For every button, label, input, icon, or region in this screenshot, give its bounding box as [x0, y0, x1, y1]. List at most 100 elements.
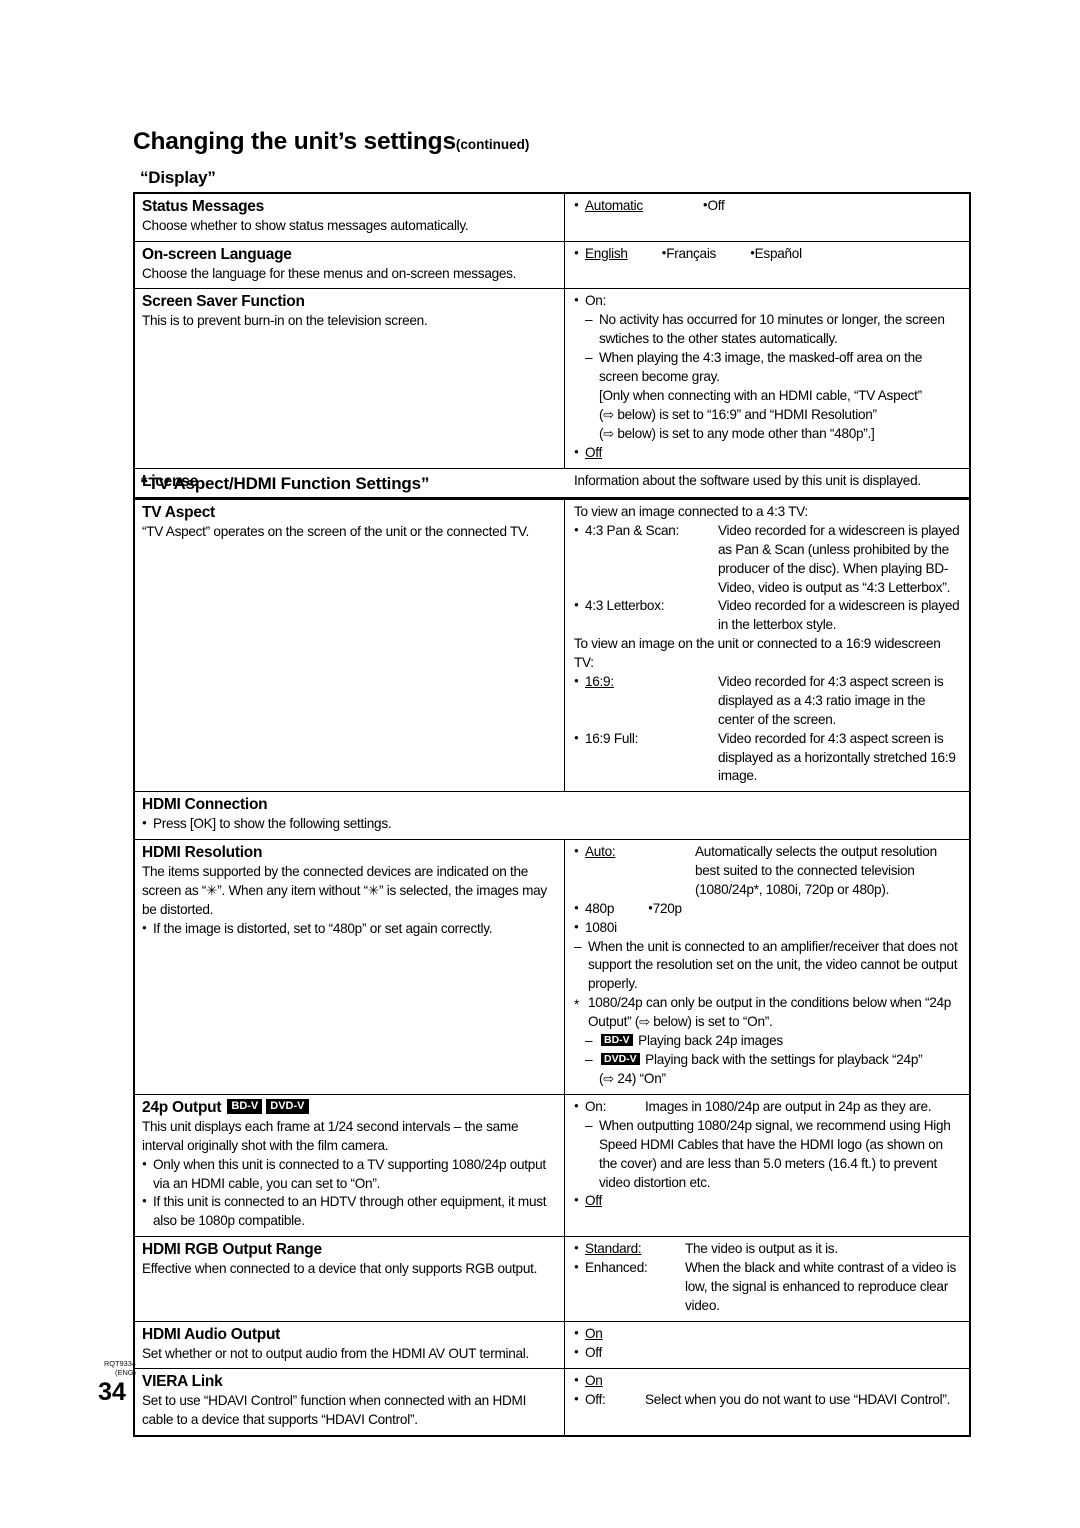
- document-code: RQT9334 (ENG): [88, 1359, 136, 1377]
- option-label[interactable]: 4:3 Pan & Scan:: [585, 522, 718, 598]
- table-row-24p-output: 24p Output BD-V DVD-V This unit displays …: [135, 1095, 969, 1238]
- setting-name: HDMI Audio Output: [142, 1325, 281, 1343]
- option-description: The video is output as it is.: [685, 1241, 838, 1257]
- note-dvdv: DVD-V Playing back with the settings for…: [585, 1051, 963, 1089]
- option-label[interactable]: Enhanced:: [585, 1259, 685, 1316]
- option-label[interactable]: 4:3 Letterbox:: [585, 597, 718, 635]
- bullet-icon: [142, 815, 153, 834]
- page-title-continued: (continued): [455, 137, 530, 152]
- option-on: On:: [574, 292, 963, 311]
- note-dash-amplifier: When the unit is connected to an amplifi…: [574, 938, 963, 995]
- dash-icon: [585, 311, 599, 349]
- option-label-selected[interactable]: Standard:: [585, 1240, 685, 1259]
- row-left-viera-link: VIERA Link Set to use “HDAVI Control” fu…: [135, 1369, 565, 1436]
- note-dash-1: No activity has occurred for 10 minutes …: [585, 311, 963, 349]
- option-value-selected[interactable]: On: [585, 1372, 963, 1391]
- setting-description: This is to prevent burn-in on the televi…: [142, 313, 428, 329]
- option-on: On:Images in 1080/24p are output in 24p …: [574, 1098, 963, 1117]
- badge-dvd-v: DVD-V: [266, 1099, 309, 1114]
- option-16-9-full: 16:9 Full:Video recorded for 4:3 aspect …: [574, 730, 963, 787]
- setting-name: 24p Output BD-V DVD-V: [142, 1098, 558, 1118]
- option-off: Off:Select when you do not want to use “…: [574, 1391, 963, 1410]
- right-arrow-icon: ⇨: [603, 426, 614, 442]
- option-value[interactable]: 480p: [585, 901, 614, 916]
- option-label-selected[interactable]: Auto:: [585, 843, 695, 900]
- bullet-icon: [574, 1240, 585, 1259]
- setting-description: Choose the language for these menus and …: [142, 265, 517, 281]
- row-left-hdmi-resolution: HDMI Resolution The items supported by t…: [135, 840, 565, 1094]
- option-value-selected[interactable]: English: [585, 246, 628, 261]
- option-off: Off: [574, 1344, 963, 1363]
- dash-icon: [585, 349, 599, 444]
- bullet-icon: [142, 920, 153, 939]
- note-bdv: BD-V Playing back 24p images: [585, 1032, 963, 1051]
- row-right-viera-link: On Off:Select when you do not want to us…: [565, 1369, 969, 1435]
- option-value-selected[interactable]: On: [585, 1325, 963, 1344]
- right-arrow-icon: ⇨: [603, 407, 614, 423]
- setting-description: Effective when connected to a device tha…: [142, 1261, 538, 1276]
- bullet-icon: [142, 1156, 153, 1194]
- option-value[interactable]: Off: [585, 1344, 963, 1363]
- option-value-selected[interactable]: Off: [585, 1192, 963, 1211]
- asterisk-icon: [574, 994, 588, 1032]
- table-row-tv-aspect: TV Aspect “TV Aspect” operates on the sc…: [135, 500, 969, 793]
- table-row-screen-saver-function: Screen Saver Function This is to prevent…: [135, 289, 969, 469]
- option-1080i: 1080i: [574, 919, 963, 938]
- row-right-hdmi-rgb: Standard:The video is output as it is. E…: [565, 1237, 969, 1321]
- table-row-hdmi-rgb-output-range: HDMI RGB Output Range Effective when con…: [135, 1237, 969, 1322]
- option-value[interactable]: 720p: [653, 901, 682, 916]
- setting-description: Set to use “HDAVI Control” function when…: [142, 1393, 527, 1428]
- option-label[interactable]: On:: [585, 1098, 645, 1117]
- option-description: When the black and white contrast of a v…: [685, 1260, 956, 1313]
- option-480p-720p: 480p 720p: [574, 900, 963, 919]
- right-arrow-icon: ⇨: [639, 1015, 650, 1031]
- option-value-selected[interactable]: Off: [585, 444, 963, 463]
- option-off: Off: [574, 1192, 963, 1211]
- option-standard: Standard:The video is output as it is.: [574, 1240, 963, 1259]
- document-page: Changing the unit’s settings(continued) …: [0, 0, 1080, 1528]
- option-value[interactable]: Off: [707, 198, 724, 213]
- option-off: Off: [574, 444, 963, 463]
- option-value[interactable]: 1080i: [585, 919, 963, 938]
- settings-table-tv-aspect-hdmi: TV Aspect “TV Aspect” operates on the sc…: [133, 498, 971, 1438]
- bullet-icon: [574, 522, 585, 598]
- note-dash-2: When playing the 4:3 image, the masked-o…: [585, 349, 963, 444]
- option-list: Automatic Off: [574, 197, 963, 216]
- row-right-status-messages: Automatic Off: [565, 194, 969, 241]
- dash-icon: [574, 938, 588, 995]
- option-value[interactable]: On:: [585, 292, 963, 311]
- hdmi-resolution-bullet: If the image is distorted, set to “480p”…: [142, 920, 558, 939]
- setting-name: Status Messages: [142, 198, 265, 215]
- option-label[interactable]: 16:9 Full:: [585, 730, 718, 787]
- badge-dvd-v: DVD-V: [601, 1052, 640, 1065]
- bullet-icon: [574, 1344, 585, 1363]
- row-left-on-screen-language: On-screen Language Choose the language f…: [135, 241, 565, 289]
- row-right-license: Information about the software used by t…: [565, 469, 969, 497]
- table-row-hdmi-resolution: HDMI Resolution The items supported by t…: [135, 840, 969, 1095]
- bullet-icon: [574, 1259, 585, 1316]
- bullet-icon: [574, 843, 585, 900]
- license-text: Information about the software used by t…: [574, 472, 921, 488]
- option-value-selected[interactable]: Automatic: [585, 198, 643, 213]
- setting-name: HDMI RGB Output Range: [142, 1241, 322, 1259]
- table-row-hdmi-audio-output: HDMI Audio Output Set whether or not to …: [135, 1321, 969, 1370]
- bullet-2: If this unit is connected to an HDTV thr…: [142, 1193, 558, 1231]
- row-left-hdmi-rgb: HDMI RGB Output Range Effective when con…: [135, 1237, 565, 1321]
- setting-description: This unit displays each frame at 1/24 se…: [142, 1118, 519, 1153]
- table-row-status-messages: Status Messages Choose whether to show s…: [135, 194, 969, 242]
- row-right-hdmi-audio: On Off: [565, 1322, 969, 1369]
- option-label-selected[interactable]: 16:9:: [585, 673, 718, 730]
- row-right-tv-aspect: To view an image connected to a 4:3 TV: …: [565, 500, 969, 791]
- document-code-line-2: (ENG): [115, 1367, 136, 1377]
- option-value[interactable]: Français: [666, 246, 716, 261]
- settings-table-display: Status Messages Choose whether to show s…: [133, 192, 971, 499]
- setting-name: Screen Saver Function: [142, 293, 305, 311]
- option-description: Automatically selects the output resolut…: [695, 844, 937, 897]
- setting-name: TV Aspect: [142, 504, 215, 521]
- setting-description: The items supported by the connected dev…: [142, 863, 547, 917]
- dash-icon: [585, 1032, 599, 1051]
- row-left-status-messages: Status Messages Choose whether to show s…: [135, 194, 565, 241]
- option-value[interactable]: Español: [755, 246, 802, 261]
- option-label[interactable]: Off:: [585, 1391, 645, 1410]
- row-right-24p-output: On:Images in 1080/24p are output in 24p …: [565, 1095, 969, 1236]
